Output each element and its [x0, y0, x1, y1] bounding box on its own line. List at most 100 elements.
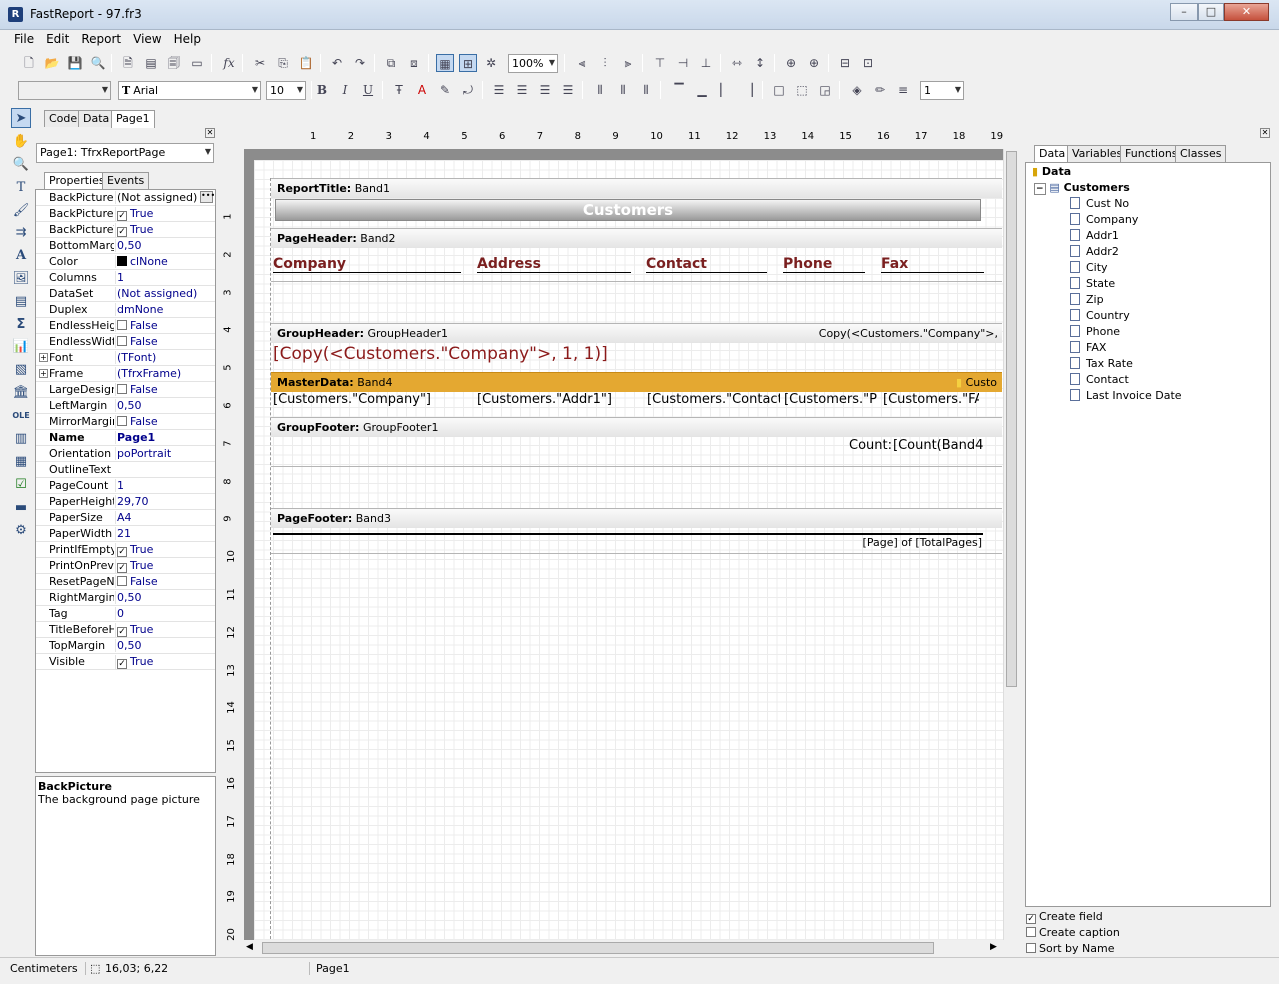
new-page-icon[interactable]: 🗎: [119, 54, 137, 72]
rotation-icon[interactable]: ⤾: [459, 81, 477, 99]
property-value[interactable]: ✓ True: [115, 623, 214, 637]
property-row[interactable]: TitleBeforeHe✓True: [36, 622, 215, 638]
checkbox[interactable]: ✓: [117, 659, 127, 669]
insert-band-icon[interactable]: ⇉: [11, 223, 31, 243]
open-icon[interactable]: 📂: [43, 54, 61, 72]
property-row[interactable]: Name Page1: [36, 430, 215, 446]
property-value[interactable]: ✓ True: [115, 543, 214, 557]
cut-icon[interactable]: ✂: [251, 54, 269, 72]
property-value[interactable]: False: [115, 415, 214, 428]
property-value[interactable]: 1: [115, 479, 214, 492]
frame-left-icon[interactable]: ▏: [716, 81, 734, 99]
tree-field[interactable]: Zip: [1070, 293, 1104, 306]
tree-dataset[interactable]: − ▤ Customers: [1034, 181, 1130, 195]
copy-icon[interactable]: ⎘: [274, 54, 292, 72]
property-row[interactable]: PaperWidth 21: [36, 526, 215, 542]
barcode-object-icon[interactable]: ▥: [11, 429, 31, 449]
tree-field[interactable]: Tax Rate: [1070, 357, 1133, 370]
header-contact[interactable]: Contact: [646, 256, 767, 273]
property-value[interactable]: (TfrxFrame): [115, 367, 214, 380]
band-group-footer[interactable]: GroupFooter: GroupFooter1: [271, 417, 1002, 437]
property-row[interactable]: PrintOnPrevio✓True: [36, 558, 215, 574]
tree-field[interactable]: Last Invoice Date: [1070, 389, 1182, 402]
report-page[interactable]: [254, 160, 1004, 944]
ole-object-icon[interactable]: OLE: [11, 406, 31, 426]
checkbox[interactable]: [117, 320, 127, 330]
checkbox[interactable]: ✓: [117, 227, 127, 237]
cell-phone[interactable]: [Customers."Ph: [784, 392, 878, 407]
close-icon[interactable]: ✕: [205, 128, 215, 138]
frame-all-icon[interactable]: □: [770, 81, 788, 99]
property-row[interactable]: Duplex dmNone: [36, 302, 215, 318]
sort-by-name-option[interactable]: Sort by Name: [1026, 942, 1115, 955]
save-icon[interactable]: 💾: [66, 54, 84, 72]
band-report-title[interactable]: ReportTitle: Band1: [271, 178, 1002, 198]
format-copy-tool-icon[interactable]: 🖌: [11, 201, 31, 221]
align-bottoms-icon[interactable]: ⊥: [697, 54, 715, 72]
tab-functions[interactable]: Functions: [1120, 145, 1183, 162]
cross-tab-icon[interactable]: 🏛: [11, 383, 31, 403]
property-value[interactable]: 0,50: [115, 239, 214, 252]
property-value[interactable]: ✓ True: [115, 559, 214, 573]
count-label[interactable]: Count:: [849, 438, 891, 453]
tab-properties[interactable]: Properties: [44, 172, 110, 190]
frame-shadow-icon[interactable]: ◲: [816, 81, 834, 99]
frame-color-icon[interactable]: ✏: [871, 81, 889, 99]
menu-edit[interactable]: Edit: [40, 30, 75, 48]
property-row[interactable]: DataSet (Not assigned): [36, 286, 215, 302]
checkbox[interactable]: ✓: [117, 547, 127, 557]
object-selector[interactable]: Page1: TfrxReportPage ▼: [36, 143, 214, 163]
page-of-total[interactable]: [Page] of [TotalPages]: [800, 536, 982, 549]
expand-icon[interactable]: +: [39, 353, 48, 362]
align-tops-icon[interactable]: ⊤: [651, 54, 669, 72]
property-row[interactable]: BackPictureVi✓True: [36, 222, 215, 238]
highlight-icon[interactable]: ✎: [436, 81, 454, 99]
property-value[interactable]: False: [115, 383, 214, 396]
new-dialog-icon[interactable]: ▤: [142, 54, 160, 72]
scroll-thumb[interactable]: [262, 942, 934, 954]
property-row[interactable]: MirrorMarginsFalse: [36, 414, 215, 430]
center-vertically-icon[interactable]: ⊕: [805, 54, 823, 72]
font-color-icon[interactable]: A: [413, 81, 431, 99]
property-row[interactable]: RightMargin 0,50: [36, 590, 215, 606]
text-edit-tool-icon[interactable]: T: [11, 178, 31, 198]
tab-code[interactable]: Code: [44, 110, 83, 127]
frame-width-select[interactable]: 1 ▼: [920, 81, 964, 100]
property-row[interactable]: Visible ✓ True: [36, 654, 215, 670]
style-select[interactable]: ▼: [18, 81, 111, 100]
show-grid-icon[interactable]: ▦: [436, 54, 454, 72]
font-size-select[interactable]: 10 ▼: [266, 81, 306, 100]
delete-page-icon[interactable]: 🗐: [165, 54, 183, 72]
property-value[interactable]: poPortrait: [115, 447, 214, 460]
band-page-footer[interactable]: PageFooter: Band3: [271, 508, 1002, 528]
property-value[interactable]: 21: [115, 527, 214, 540]
underline-icon[interactable]: U: [359, 81, 377, 99]
chart-object-icon[interactable]: 📊: [11, 337, 31, 357]
zoom-tool-icon[interactable]: 🔍: [11, 155, 31, 175]
property-row[interactable]: Color clNone: [36, 254, 215, 270]
header-company[interactable]: Company: [273, 256, 461, 273]
property-value[interactable]: (Not assigned): [115, 287, 214, 300]
property-value[interactable]: A4: [115, 511, 214, 524]
property-value[interactable]: 0,50: [115, 639, 214, 652]
property-row[interactable]: Orientation poPortrait: [36, 446, 215, 462]
align-to-grid-icon[interactable]: ⊞: [459, 54, 477, 72]
property-value[interactable]: ✓ True: [115, 207, 214, 221]
property-value[interactable]: clNone: [115, 255, 214, 268]
property-row[interactable]: EndlessWidthFalse: [36, 334, 215, 350]
property-row[interactable]: Columns 1: [36, 270, 215, 286]
menu-view[interactable]: View: [127, 30, 167, 48]
tree-field[interactable]: State: [1070, 277, 1115, 290]
same-width-icon[interactable]: ⊟: [836, 54, 854, 72]
rich-text-icon[interactable]: ▧: [11, 360, 31, 380]
text-object-icon[interactable]: A: [11, 246, 31, 266]
minimize-button[interactable]: –: [1170, 3, 1198, 21]
checkbox-object-icon[interactable]: ☑: [11, 475, 31, 495]
tree-field[interactable]: FAX: [1070, 341, 1106, 354]
tree-field[interactable]: City: [1070, 261, 1108, 274]
tree-root[interactable]: ▮ Data: [1032, 165, 1071, 178]
tree-field[interactable]: Company: [1070, 213, 1138, 226]
close-button[interactable]: ✕: [1224, 3, 1269, 21]
space-vertically-icon[interactable]: ↕: [751, 54, 769, 72]
cell-company[interactable]: [Customers."Company"]: [273, 392, 473, 407]
